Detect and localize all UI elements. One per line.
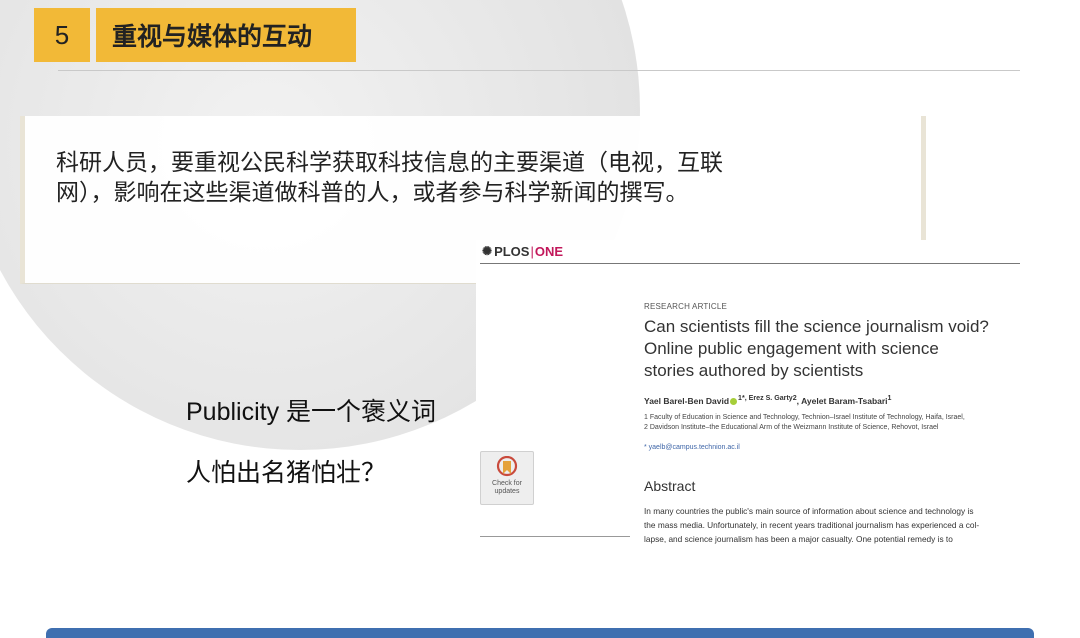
abstract-line-2: the mass media. Unfortunately, in recent…	[644, 520, 980, 530]
affiliation-2: 2 Davidson Institute–the Educational Arm…	[644, 424, 939, 431]
point-publicity: Publicity 是一个褒义词	[186, 398, 437, 426]
plos-logo-suffix: ONE	[534, 243, 564, 259]
quote-panel-extension	[20, 240, 478, 284]
author-1-marks: 1*, Erez S. Garty	[738, 394, 793, 402]
corresponding-email[interactable]: * yaelb@campus.technion.ac.il	[644, 444, 740, 451]
section-title: 重视与媒体的互动	[112, 22, 313, 51]
article-title: Can scientists fill the science journali…	[644, 316, 1020, 382]
orcid-icon	[730, 398, 738, 406]
plos-logo-prefix: PLOS	[494, 243, 530, 259]
section-number: 5	[54, 19, 70, 50]
abstract-line-3: lapse, and science journalism has been a…	[644, 534, 953, 544]
bookmark-ribbon-icon	[496, 456, 518, 477]
quote-text: 科研人员，要重视公民科学获取科技信息的主要渠道（电视，互联 网），影响在这些渠道…	[56, 148, 876, 208]
paper-screenshot: ✺ PLOS | ONE RESEARCH ARTICLE Can scient…	[476, 240, 1022, 544]
point-proverb: 人怕出名猪怕壮？	[186, 459, 387, 487]
author-rest: , Ayelet Baram-Tsabari	[796, 395, 888, 406]
quote-line-1: 科研人员，要重视公民科学获取科技信息的主要渠道（电视，互联	[56, 150, 723, 176]
abstract-heading: Abstract	[644, 478, 696, 494]
article-title-line-1: Can scientists fill the science journali…	[644, 317, 989, 336]
paper-bottom-rule	[480, 536, 630, 537]
paper-header-rule	[480, 263, 1020, 264]
author-1: Yael Barel-Ben David	[644, 395, 730, 406]
plos-logo-separator: |	[530, 243, 534, 259]
plos-sun-icon: ✺	[482, 244, 493, 258]
author-3-mark: 1	[887, 394, 892, 402]
footer-bar	[46, 628, 1034, 638]
author-list: Yael Barel-Ben David 1*, Erez S. Garty2, …	[644, 394, 891, 406]
abstract-line-1: In many countries the public's main sour…	[644, 506, 974, 516]
article-type: RESEARCH ARTICLE	[644, 302, 728, 311]
plos-one-logo: ✺ PLOS | ONE	[482, 242, 563, 260]
article-title-line-3: stories authored by scientists	[644, 361, 864, 380]
article-title-line-2: Online public engagement with science	[644, 339, 939, 358]
abstract-text: In many countries the public's main sour…	[644, 504, 1016, 546]
affiliation-1: 1 Faculty of Education in Science and Te…	[644, 414, 965, 421]
section-title-banner: 重视与媒体的互动	[96, 8, 356, 62]
check-for-updates-label: Check for updates	[492, 480, 522, 495]
check-for-updates-badge[interactable]: Check for updates	[480, 451, 534, 505]
section-number-badge: 5	[34, 8, 90, 62]
quote-line-2: 网），影响在这些渠道做科普的人，或者参与科学新闻的撰写。	[56, 180, 689, 206]
header-divider	[58, 70, 1020, 71]
